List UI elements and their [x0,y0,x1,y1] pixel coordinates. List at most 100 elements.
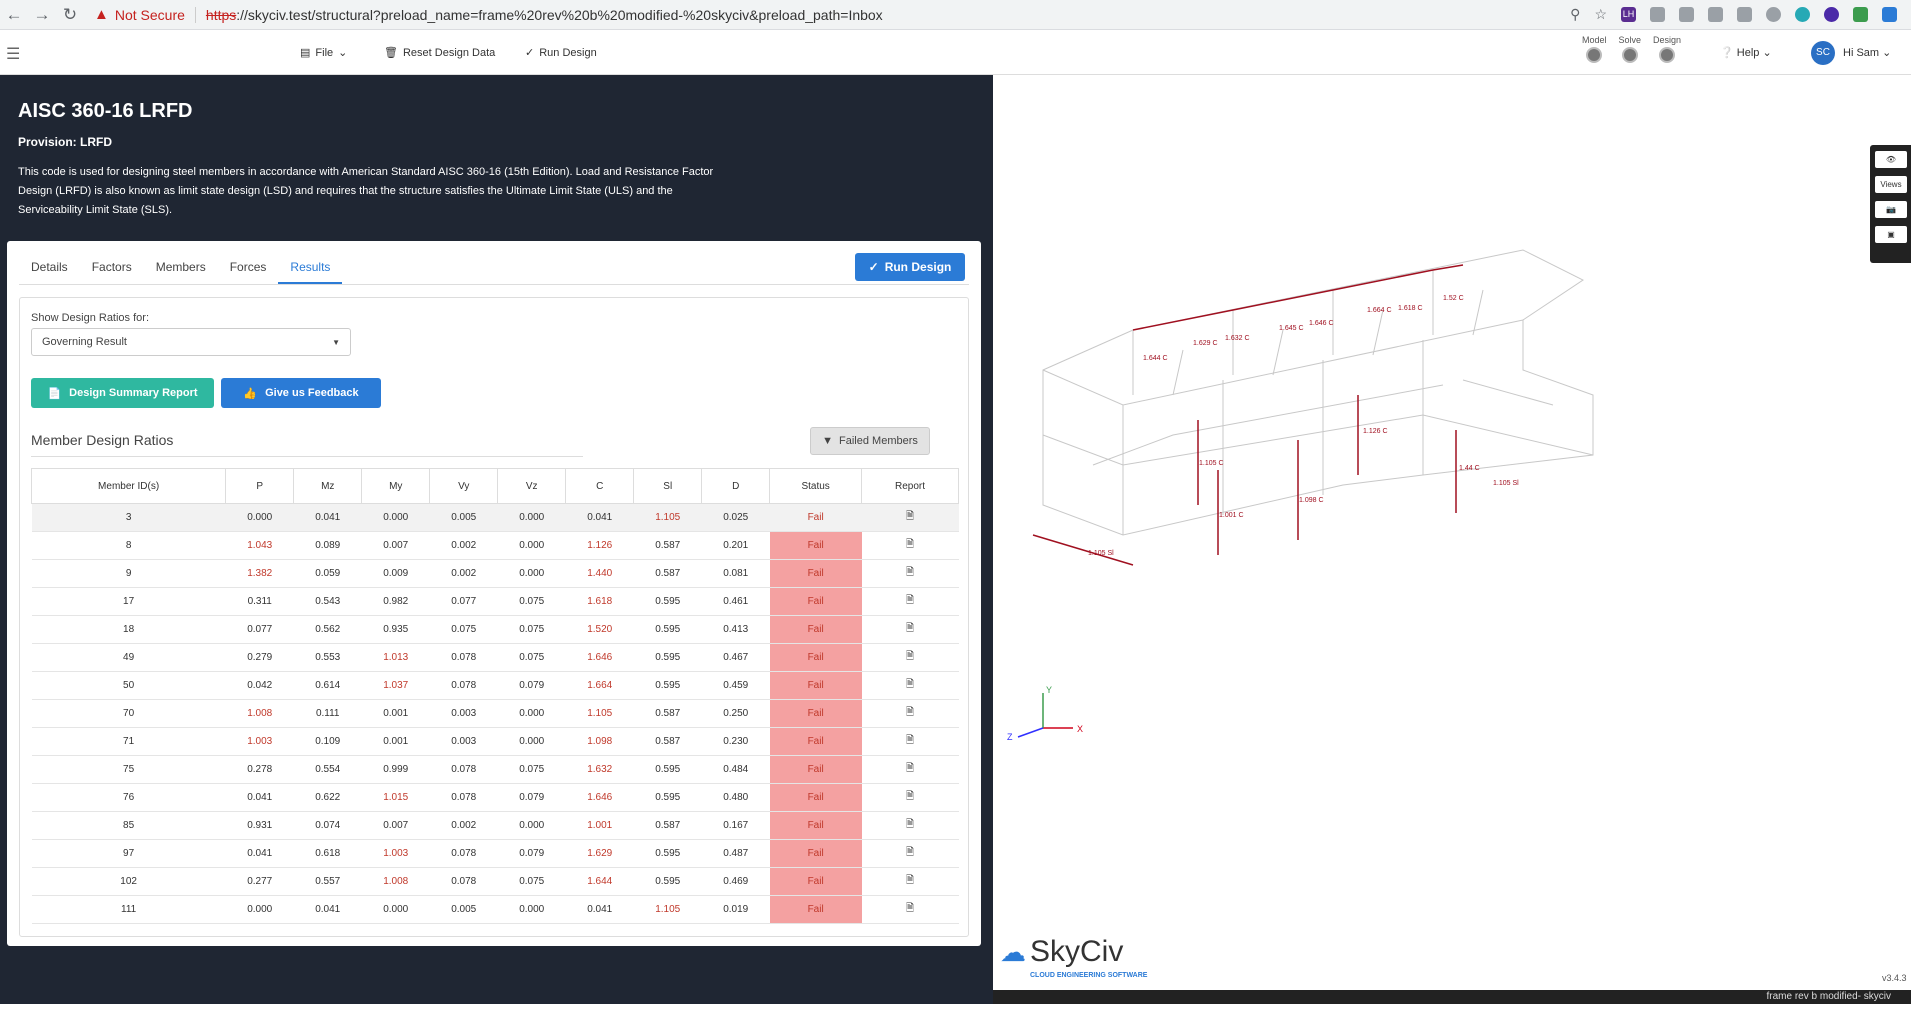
table-cell: Fail [769,671,862,700]
table-cell: 0.075 [497,867,566,896]
back-icon[interactable]: ← [0,5,28,25]
table-cell: Fail [769,727,862,756]
run-design-button[interactable]: ✓ Run Design [855,253,965,281]
table-cell: 0.089 [293,531,362,560]
table-cell: Fail [769,531,862,560]
tab-factors[interactable]: Factors [80,249,144,284]
report-icon[interactable]: 🗎 [861,503,959,532]
member-ratio-label: 1.44 C [1459,465,1480,472]
extension-circle-icon[interactable] [1766,7,1781,22]
reload-icon[interactable]: ↻ [56,5,84,25]
table-row[interactable]: 70 1.008 0.111 0.001 0.003 0.000 1.105 0.587 0.2… [31,699,959,728]
report-icon[interactable]: 🗎 [861,615,959,644]
report-icon[interactable]: 🗎 [861,783,959,812]
report-icon[interactable]: 🗎 [861,587,959,616]
run-label: Run Design [539,46,597,59]
table-row[interactable]: 49 0.279 0.553 1.013 0.078 0.075 1.646 0.595 0.4… [31,643,959,672]
workflow-steps: Model Solve Design [1582,35,1681,63]
table-row[interactable]: 50 0.042 0.614 1.037 0.078 0.079 1.664 0.595 0.4… [31,671,959,700]
address-bar[interactable]: ▲ Not Secure https ://skyciv.test/struct… [94,6,1570,23]
tab-results[interactable]: Results [278,249,343,284]
table-row[interactable]: 97 0.041 0.618 1.003 0.078 0.079 1.629 0.595 0.4… [31,839,959,868]
table-cell: 18 [31,615,226,644]
table-cell: 0.079 [497,839,566,868]
table-cell: 0.554 [293,755,362,784]
column-header: Report [861,468,959,504]
tab-details[interactable]: Details [19,249,80,284]
table-row[interactable]: 18 0.077 0.562 0.935 0.075 0.075 1.520 0.595 0.4… [31,615,959,644]
table-cell: 0.000 [497,811,566,840]
table-cell: 1.013 [361,643,430,672]
report-icon[interactable]: 🗎 [861,559,959,588]
extension-lh-icon[interactable]: LH [1621,7,1636,22]
table-cell: 0.999 [361,755,430,784]
extension-mail-icon[interactable] [1853,7,1868,22]
feedback-button[interactable]: 👍 Give us Feedback [221,378,381,408]
reset-design-button[interactable]: 🗑 Reset Design Data [384,46,495,60]
table-row[interactable]: 85 0.931 0.074 0.007 0.002 0.000 1.001 0.587 0.1… [31,811,959,840]
model-viewport[interactable]: 1.644 C 1.629 C 1.632 C 1.645 C 1.646 C 1.664… [993,75,1911,1004]
failed-members-button[interactable]: ▼ Failed Members [810,427,930,455]
table-cell: 50 [31,671,226,700]
extension-calendar-icon[interactable] [1708,7,1723,22]
chevron-down-icon: ⌄ [1762,47,1772,59]
step-design[interactable]: Design [1653,35,1681,63]
extension-purple-icon[interactable] [1824,7,1839,22]
zoom-icon[interactable]: ⚲ [1570,6,1580,23]
table-cell: 0.461 [701,587,770,616]
table-cell: Fail [769,699,862,728]
camera-icon[interactable]: 📷 [1875,201,1907,218]
table-cell: 0.480 [701,783,770,812]
report-icon[interactable]: 🗎 [861,671,959,700]
table-row[interactable]: 111 0.000 0.041 0.000 0.005 0.000 0.041 1.105 0.… [31,895,959,924]
table-cell: 70 [31,699,226,728]
table-row[interactable]: 75 0.278 0.554 0.999 0.078 0.075 1.632 0.595 0.4… [31,755,959,784]
report-icon[interactable]: 🗎 [861,895,959,924]
table-row[interactable]: 9 1.382 0.059 0.009 0.002 0.000 1.440 0.587 0.08… [31,559,959,588]
file-menu[interactable]: ▤ File ⌄ [300,46,347,60]
report-icon[interactable]: 🗎 [861,727,959,756]
table-cell: 0.595 [633,671,702,700]
result-type-select[interactable]: Governing Result ▼ [31,328,351,356]
help-menu[interactable]: ❔ Help ⌄ [1720,46,1772,59]
column-header: Status [769,468,863,504]
design-summary-report-button[interactable]: 📄 Design Summary Report [31,378,214,408]
avatar[interactable]: SC [1811,41,1835,65]
table-row[interactable]: 71 1.003 0.109 0.001 0.003 0.000 1.098 0.587 0.2… [31,727,959,756]
extension-skyciv-icon[interactable] [1882,7,1897,22]
report-icon[interactable]: 🗎 [861,643,959,672]
views-button[interactable]: Views [1875,176,1907,193]
step-solve[interactable]: Solve [1619,35,1641,63]
report-icon[interactable]: 🗎 [861,839,959,868]
section-title: Member Design Ratios [31,432,583,457]
report-icon[interactable]: 🗎 [861,867,959,896]
table-cell: 1.382 [225,559,294,588]
table-row[interactable]: 17 0.311 0.543 0.982 0.077 0.075 1.618 0.595 0.4… [31,587,959,616]
table-row[interactable]: 8 1.043 0.089 0.007 0.002 0.000 1.126 0.587 0.20… [31,531,959,560]
hamburger-icon[interactable]: ☰ [6,44,20,64]
table-row[interactable]: 102 0.277 0.557 1.008 0.078 0.075 1.644 0.595 0.… [31,867,959,896]
table-row[interactable]: 76 0.041 0.622 1.015 0.078 0.079 1.646 0.595 0.4… [31,783,959,812]
extension-cloud-icon[interactable] [1650,7,1665,22]
eye-icon[interactable]: 👁 [1875,151,1907,168]
forward-icon[interactable]: → [28,5,56,25]
extension-gear-icon[interactable] [1679,7,1694,22]
report-icon[interactable]: 🗎 [861,531,959,560]
table-cell: 0.001 [361,699,430,728]
model-wireframe[interactable]: 1.644 C 1.629 C 1.632 C 1.645 C 1.646 C 1.664… [993,75,1911,1004]
report-icon[interactable]: 🗎 [861,699,959,728]
extension-teal-icon[interactable] [1795,7,1810,22]
step-model[interactable]: Model [1582,35,1607,63]
table-row[interactable]: 3 0.000 0.041 0.000 0.005 0.000 0.041 1.105 0.02… [31,503,959,532]
tab-members[interactable]: Members [144,249,218,284]
report-icon[interactable]: 🗎 [861,755,959,784]
table-cell: 0.002 [429,811,498,840]
extension-grid-icon[interactable] [1737,7,1752,22]
tab-forces[interactable]: Forces [218,249,279,284]
user-menu[interactable]: Hi Sam ⌄ [1843,46,1891,59]
cube-icon[interactable]: ▣ [1875,226,1907,243]
report-icon[interactable]: 🗎 [861,811,959,840]
app-header: ☰ ▤ File ⌄ 🗑 Reset Design Data ✓ Run Des… [0,30,1911,75]
star-icon[interactable]: ☆ [1594,6,1607,23]
run-design-menu-button[interactable]: ✓ Run Design [525,46,597,60]
